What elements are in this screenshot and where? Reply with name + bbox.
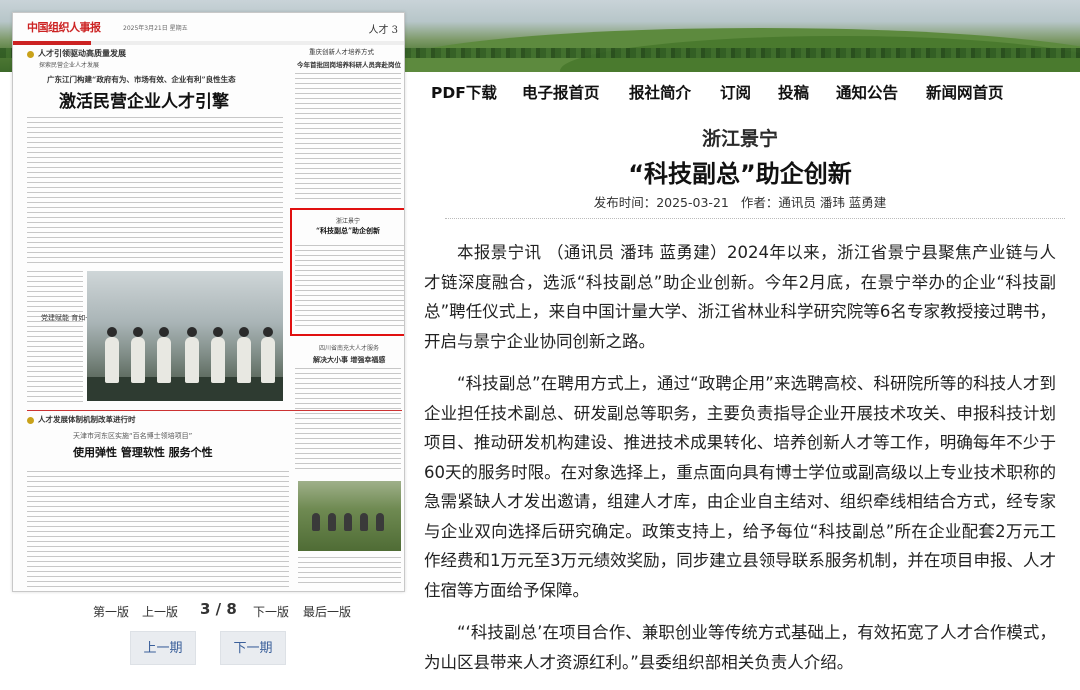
publish-info: 发布时间：2025-03-21: [594, 195, 729, 210]
newspaper-logo: 中国组织人事报: [27, 21, 101, 34]
next-page-link[interactable]: 下一版: [253, 603, 289, 620]
top-sub: 探索民营企业人才发展: [39, 62, 100, 69]
highlight-title: “科技副总”助企创新: [316, 226, 381, 235]
newspaper-section: 人才 3: [368, 25, 398, 36]
article-text-block: [27, 471, 289, 591]
newspaper-page-image: 中国组织人事报 2025年3月21日 星期五 人才 3 人才引领驱动高质量发展 …: [12, 12, 405, 592]
masthead-band: [13, 41, 404, 45]
students-lab-photo: [87, 271, 283, 401]
publish-date: 2025-03-21: [656, 195, 729, 210]
mid-kicker: 四川省南充大人才服务: [319, 345, 380, 352]
last-page-link[interactable]: 最后一版: [303, 603, 351, 620]
nav-epaper-home[interactable]: 电子报首页: [522, 81, 600, 103]
right-kicker: 重庆创新人才培养方式: [309, 48, 374, 56]
field-photo: [298, 481, 401, 551]
first-page-link[interactable]: 第一版: [93, 603, 129, 620]
top-kicker: 人才引领驱动高质量发展: [38, 48, 126, 58]
article-paragraph: “科技副总”在聘用方式上，通过“政聘企用”来选聘高校、科研院所等的科技人才到企业…: [424, 374, 1056, 600]
article-body: 本报景宁讯 （通讯员 潘玮 蓝勇建）2024年以来，浙江省景宁县聚焦产业链与人才…: [424, 238, 1056, 690]
article-text-block: [298, 557, 401, 587]
article-text-block: [295, 73, 401, 203]
article-meta: 发布时间：2025-03-21 作者：通讯员 潘玮 蓝勇建: [410, 192, 1070, 211]
nav-notices[interactable]: 通知公告: [836, 81, 898, 103]
bottom-kicker: 天津市河东区实施“百名博士领培项目”: [73, 432, 193, 440]
newspaper-date: 2025年3月21日 星期五: [123, 25, 188, 32]
article-kicker: 浙江景宁: [701, 128, 778, 150]
article-text-block: [295, 368, 401, 473]
page-indicator: 3 / 8: [200, 600, 237, 618]
prev-issue-button[interactable]: 上一期: [130, 631, 196, 665]
bottom-section: 人才发展体制机制改革进行时: [38, 415, 136, 424]
nav-submit[interactable]: 投稿: [778, 81, 809, 103]
next-issue-button[interactable]: 下一期: [220, 631, 286, 665]
photo-caption: 党建赋能 育如一: [41, 314, 93, 322]
article-paragraph: “‘科技副总’在项目合作、兼职创业等传统方式基础上，有效拓宽了人才合作模式，为山…: [424, 623, 1056, 672]
article-text-block: [27, 271, 83, 406]
article-title: “科技副总”助企创新: [628, 160, 852, 188]
author-label: 作者：: [740, 195, 779, 210]
main-kicker: 广东江门构建“政府有为、市场有效、企业有利”良性生态: [47, 75, 236, 84]
nav-about[interactable]: 报社简介: [629, 81, 691, 103]
title-divider: [445, 218, 1065, 219]
article-paragraph: 本报景宁讯 （通讯员 潘玮 蓝勇建）2024年以来，浙江省景宁县聚焦产业链与人才…: [424, 243, 1056, 351]
author-name: 通讯员 潘玮 蓝勇建: [778, 195, 887, 210]
publish-label: 发布时间：: [593, 195, 657, 210]
nav-news-home[interactable]: 新闻网首页: [926, 81, 1004, 103]
nav-pdf-download[interactable]: PDF下载: [431, 81, 497, 103]
mid-headline: 解决大小事 增强幸福感: [313, 355, 386, 364]
article-text-block: [27, 117, 283, 267]
highlight-kicker: 浙江景宁: [336, 218, 361, 225]
prev-page-link[interactable]: 上一版: [142, 603, 178, 620]
right-headline: 今年首批回岗培养科研人员奔赴岗位: [297, 61, 401, 69]
nav-subscribe[interactable]: 订阅: [720, 81, 751, 103]
author-info: 作者：通讯员 潘玮 蓝勇建: [741, 195, 886, 210]
main-headline: 激活民营企业人才引擎: [59, 92, 229, 112]
newspaper-masthead: 中国组织人事报 2025年3月21日 星期五 人才 3: [13, 13, 404, 42]
bottom-headline: 使用弹性 管理软性 服务个性: [73, 446, 213, 459]
section-bullet: [27, 51, 34, 58]
section-divider: [27, 410, 402, 411]
section-bullet: [27, 417, 34, 424]
